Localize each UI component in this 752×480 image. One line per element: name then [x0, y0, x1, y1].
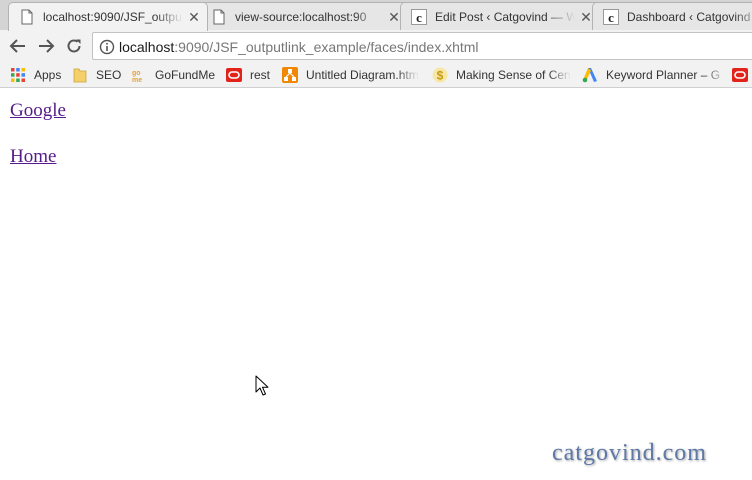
dollar-coin-icon: $	[432, 67, 448, 83]
page-content: Google Home catgovind.com	[0, 88, 752, 480]
tab-title: Edit Post ‹ Catgovind — W	[435, 9, 575, 24]
apps-grid-icon	[11, 68, 25, 82]
svg-text:me: me	[132, 77, 142, 83]
close-icon[interactable]: ✕	[187, 10, 201, 24]
svg-text:c: c	[608, 10, 614, 25]
google-ads-icon	[582, 68, 597, 83]
bookmark-rest[interactable]: rest	[226, 66, 270, 84]
bookmark-label: SEO	[96, 68, 122, 82]
tab-title: Dashboard ‹ Catgovind -	[627, 9, 752, 24]
mouse-pointer-icon	[255, 375, 269, 396]
page-icon	[213, 9, 225, 24]
bookmark-making-sense[interactable]: $ Making Sense of Cen	[432, 66, 570, 84]
bookmark-apps[interactable]: Apps	[10, 66, 61, 84]
back-button[interactable]	[6, 34, 30, 58]
watermark: catgovind.com	[552, 440, 707, 466]
reload-button[interactable]	[62, 34, 86, 58]
arrow-right-icon	[39, 39, 55, 53]
bookmark-keyword-planner[interactable]: Keyword Planner – Go	[582, 66, 720, 84]
bookmarks-bar: Apps SEO go me GoFundMe rest Untitled Di…	[0, 62, 752, 88]
reload-icon	[67, 39, 81, 53]
tab-title: localhost:9090/JSF_outpu	[43, 10, 182, 24]
address-bar[interactable]: localhost:9090/JSF_outputlink_example/fa…	[92, 32, 752, 60]
catgovind-favicon-icon: c	[603, 8, 619, 25]
tab-edit-post[interactable]: c Edit Post ‹ Catgovind — W ✕	[400, 2, 600, 30]
svg-text:c: c	[416, 10, 422, 25]
google-link[interactable]: Google	[10, 100, 66, 122]
bookmark-label: rest	[250, 68, 271, 82]
gofundme-icon: go me	[132, 70, 142, 83]
bookmark-label: GoFundMe	[155, 68, 216, 82]
bookmark-untitled-diagram[interactable]: Untitled Diagram.htm	[282, 66, 420, 84]
tab-localhost[interactable]: localhost:9090/JSF_outpu ✕	[8, 2, 208, 31]
bookmark-gofundme[interactable]: go me GoFundMe	[131, 66, 215, 84]
toolbar: localhost:9090/JSF_outputlink_example/fa…	[0, 30, 752, 62]
oracle-icon	[226, 68, 242, 82]
tab-title: view-source:localhost:90	[235, 9, 367, 24]
bookmark-seo[interactable]: SEO	[72, 66, 121, 84]
tab-strip: view-source:localhost:90 ✕ c Edit Post ‹…	[0, 0, 752, 31]
drawio-icon	[282, 67, 298, 83]
info-icon[interactable]	[99, 39, 115, 55]
close-icon[interactable]: ✕	[387, 10, 401, 24]
bookmark-label: Untitled Diagram.htm	[306, 68, 419, 82]
page-icon	[21, 9, 33, 25]
url-host: localhost	[119, 39, 175, 55]
bookmark-label: Making Sense of Cen	[456, 68, 570, 82]
tab-view-source[interactable]: view-source:localhost:90 ✕	[200, 2, 408, 30]
folder-icon	[73, 68, 87, 83]
bookmark-label: Keyword Planner – Go	[606, 68, 720, 82]
arrow-left-icon	[9, 39, 25, 53]
svg-text:go: go	[132, 70, 141, 77]
url-path: :9090/JSF_outputlink_example/faces/index…	[174, 39, 479, 55]
bookmark-overflow-oracle[interactable]	[732, 66, 752, 84]
tab-dashboard[interactable]: c Dashboard ‹ Catgovind -	[592, 2, 752, 30]
oracle-icon	[732, 68, 748, 82]
svg-text:$: $	[437, 69, 444, 83]
forward-button[interactable]	[34, 34, 58, 58]
bookmark-label: Apps	[34, 68, 62, 82]
home-link[interactable]: Home	[10, 146, 56, 168]
catgovind-favicon-icon: c	[411, 8, 427, 25]
url-text: localhost:9090/JSF_outputlink_example/fa…	[119, 39, 479, 55]
close-icon[interactable]: ✕	[579, 10, 593, 24]
